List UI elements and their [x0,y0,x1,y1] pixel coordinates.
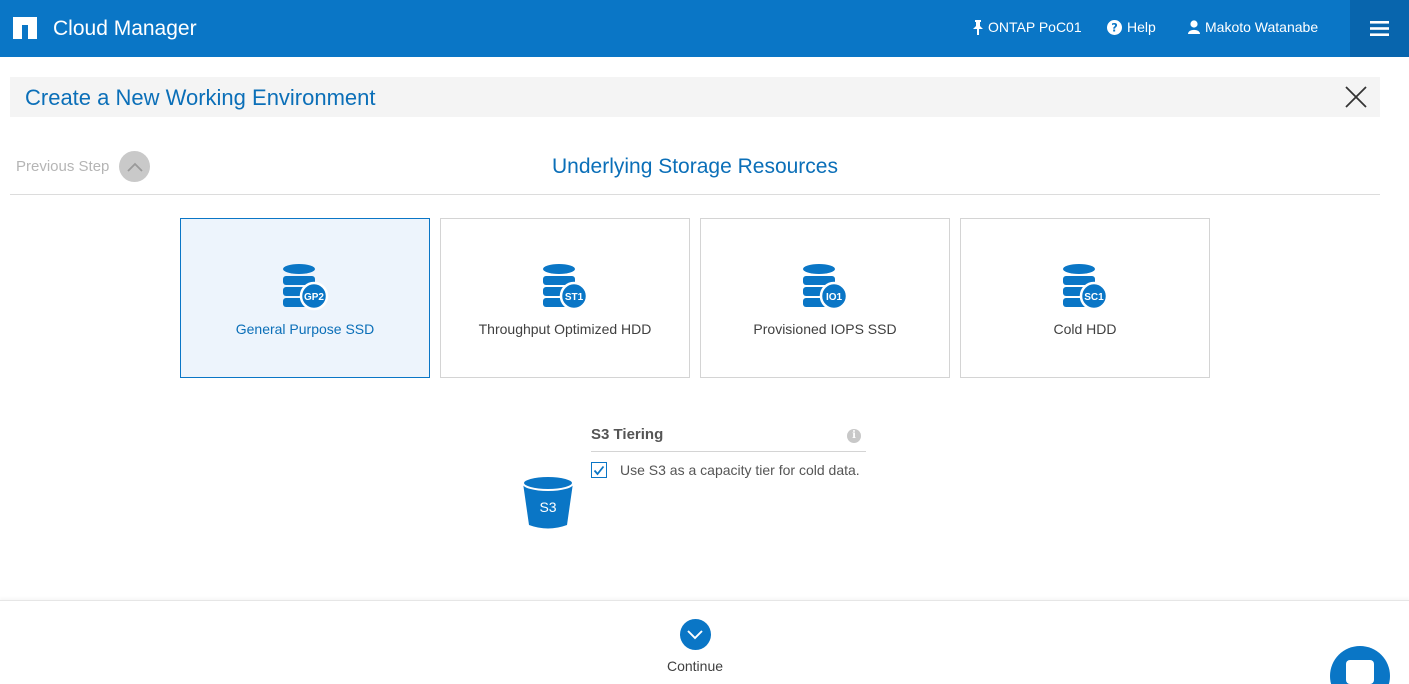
previous-step-label: Previous Step [16,158,110,175]
top-navigation-bar: Cloud Manager ONTAP PoC01 ? Help Makoto … [0,0,1409,57]
user-name: Makoto Watanabe [1205,19,1319,35]
step-divider [10,194,1380,195]
s3-tiering-title: S3 Tiering i [591,426,866,452]
storage-card-gp2[interactable]: GP2 General Purpose SSD [180,218,430,378]
storage-badge: ST1 [565,292,584,303]
s3-tiering-option[interactable]: Use S3 as a capacity tier for cold data. [591,462,866,478]
s3-bucket-icon: S3 [522,475,574,529]
hamburger-menu-icon [1370,21,1389,36]
app-title[interactable]: Cloud Manager [53,17,197,41]
checkmark-icon [593,465,605,475]
storage-badge: IO1 [826,292,843,303]
storage-card-label: General Purpose SSD [235,321,375,337]
previous-step-button[interactable]: Previous Step [16,151,151,182]
page-header: Create a New Working Environment [10,77,1380,117]
storage-card-st1[interactable]: ST1 Throughput Optimized HDD [440,218,690,378]
question-circle-icon: ? [1107,19,1122,35]
database-sc1-icon: SC1 [1063,264,1109,311]
netapp-logo-icon[interactable] [13,17,37,39]
footer-bar: Continue [0,600,1409,684]
help-link[interactable]: ? Help [1107,19,1156,35]
help-label: Help [1127,19,1156,35]
chat-icon [1346,660,1374,684]
storage-card-label: Cold HDD [1053,321,1117,337]
pin-icon [973,19,983,35]
storage-card-label: Throughput Optimized HDD [478,321,652,337]
storage-card-sc1[interactable]: SC1 Cold HDD [960,218,1210,378]
svg-text:?: ? [1111,21,1118,34]
s3-bucket-label: S3 [539,499,556,515]
working-environment-link[interactable]: ONTAP PoC01 [973,19,1082,35]
hamburger-menu-button[interactable] [1350,0,1409,57]
storage-card-io1[interactable]: IO1 Provisioned IOPS SSD [700,218,950,378]
close-icon[interactable] [1344,85,1368,109]
storage-card-label: Provisioned IOPS SSD [753,321,897,337]
chevron-up-icon [119,151,151,182]
s3-tiering-checkbox-label[interactable]: Use S3 as a capacity tier for cold data. [620,462,860,478]
storage-badge: SC1 [1084,292,1104,303]
database-st1-icon: ST1 [543,264,589,311]
s3-tiering-section: S3 Tiering i Use S3 as a capacity tier f… [591,426,866,478]
user-menu[interactable]: Makoto Watanabe [1188,19,1318,35]
step-title: Underlying Storage Resources [552,155,838,178]
continue-label: Continue [666,658,724,674]
working-environment-label: ONTAP PoC01 [988,19,1082,35]
storage-badge: GP2 [304,292,324,303]
info-icon[interactable]: i [847,429,861,443]
s3-tiering-checkbox[interactable] [591,462,607,478]
page-title: Create a New Working Environment [25,85,376,110]
database-gp2-icon: GP2 [283,264,329,311]
continue-button[interactable]: Continue [665,619,725,674]
user-icon [1188,20,1200,34]
database-io1-icon: IO1 [803,264,849,311]
chevron-down-icon [679,619,711,650]
